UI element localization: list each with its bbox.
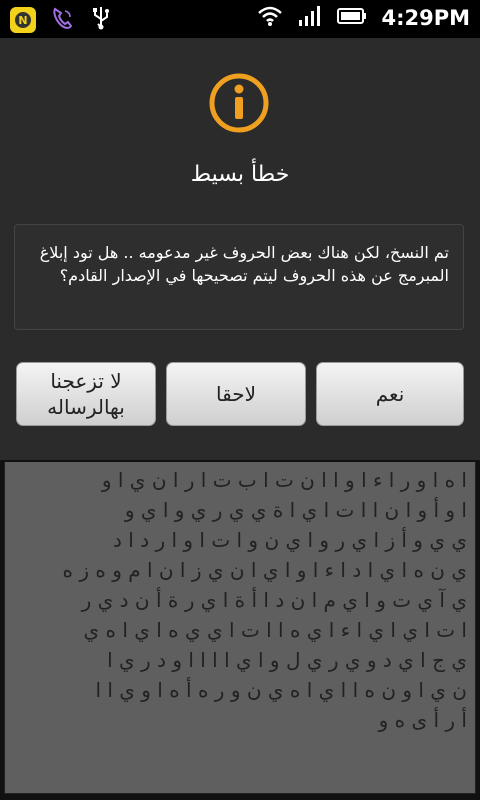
background-text-line: ي ي و أ ز ا ي ر و ا ي ن و ا ت ا و ا ر د …	[113, 528, 467, 552]
dialog-message: تم النسخ، لكن هناك بعض الحروف غير مدعومه…	[39, 243, 449, 285]
background-text-line: ا ه ا و ر ا ء ا و ا ا ن ت ا ب ت ا ر ا ن …	[101, 468, 467, 492]
later-button[interactable]: لاحقا	[166, 362, 306, 426]
dialog-title: خطأ بسيط	[190, 162, 290, 187]
background-text-panel: ا ه ا و ر ا ء ا و ا ا ن ت ا ب ت ا ر ا ن …	[4, 460, 476, 794]
signal-icon	[297, 4, 323, 32]
background-text-line: ن ي ا و ن ه ا ا ي ا ه ي ن و ر ه أ ه ا و …	[95, 678, 467, 702]
yes-button[interactable]: نعم	[316, 362, 464, 426]
usb-icon	[90, 5, 112, 35]
background-text-lines: ا ه ا و ر ا ء ا و ا ا ن ت ا ب ت ا ر ا ن …	[5, 461, 475, 735]
background-text-line: ي ج ا ي د و ي ر ي ل و ا ي ا ا ا ا و د ر …	[107, 648, 467, 672]
message-box: تم النسخ، لكن هناك بعض الحروف غير مدعومه…	[14, 224, 464, 330]
background-text-line: أ ر أ ى ه و	[378, 708, 467, 732]
battery-icon	[337, 5, 367, 31]
background-content: ا ه ا و ر ا ء ا و ا ا ن ت ا ب ت ا ر ا ن …	[0, 460, 480, 800]
svg-text:N: N	[18, 14, 27, 27]
status-icons-left: N	[10, 5, 112, 35]
info-icon	[208, 72, 270, 134]
background-text-line: ا و أ و ا ن ا ا ت ا ي ا ة ي ي ر ي و ا ي …	[124, 498, 467, 522]
dont-bother-button[interactable]: لا تزعجنا بهالرساله	[16, 362, 156, 426]
background-text-line: ا ت ا ي ا ي ا ء ا ي ه ا ا ت ا ي ي ه ا ي …	[83, 618, 467, 642]
status-icons-right: 4:29PM	[257, 4, 470, 32]
app-badge-icon: N	[10, 7, 36, 33]
status-bar: N 4:29PM	[0, 0, 480, 38]
clock: 4:29PM	[381, 6, 470, 30]
background-text-line: ي آ ي ت و ا ي م ا ن د ا أ ة ا ي ر ة أ ن …	[81, 588, 467, 612]
viber-icon	[50, 5, 76, 35]
wifi-icon	[257, 4, 283, 32]
error-dialog: خطأ بسيط تم النسخ، لكن هناك بعض الحروف غ…	[0, 38, 480, 462]
background-text-line: ي ن ه ا ي ا د ا ء ا و ا ي ا ن ي ز ا ن ا …	[62, 558, 467, 582]
